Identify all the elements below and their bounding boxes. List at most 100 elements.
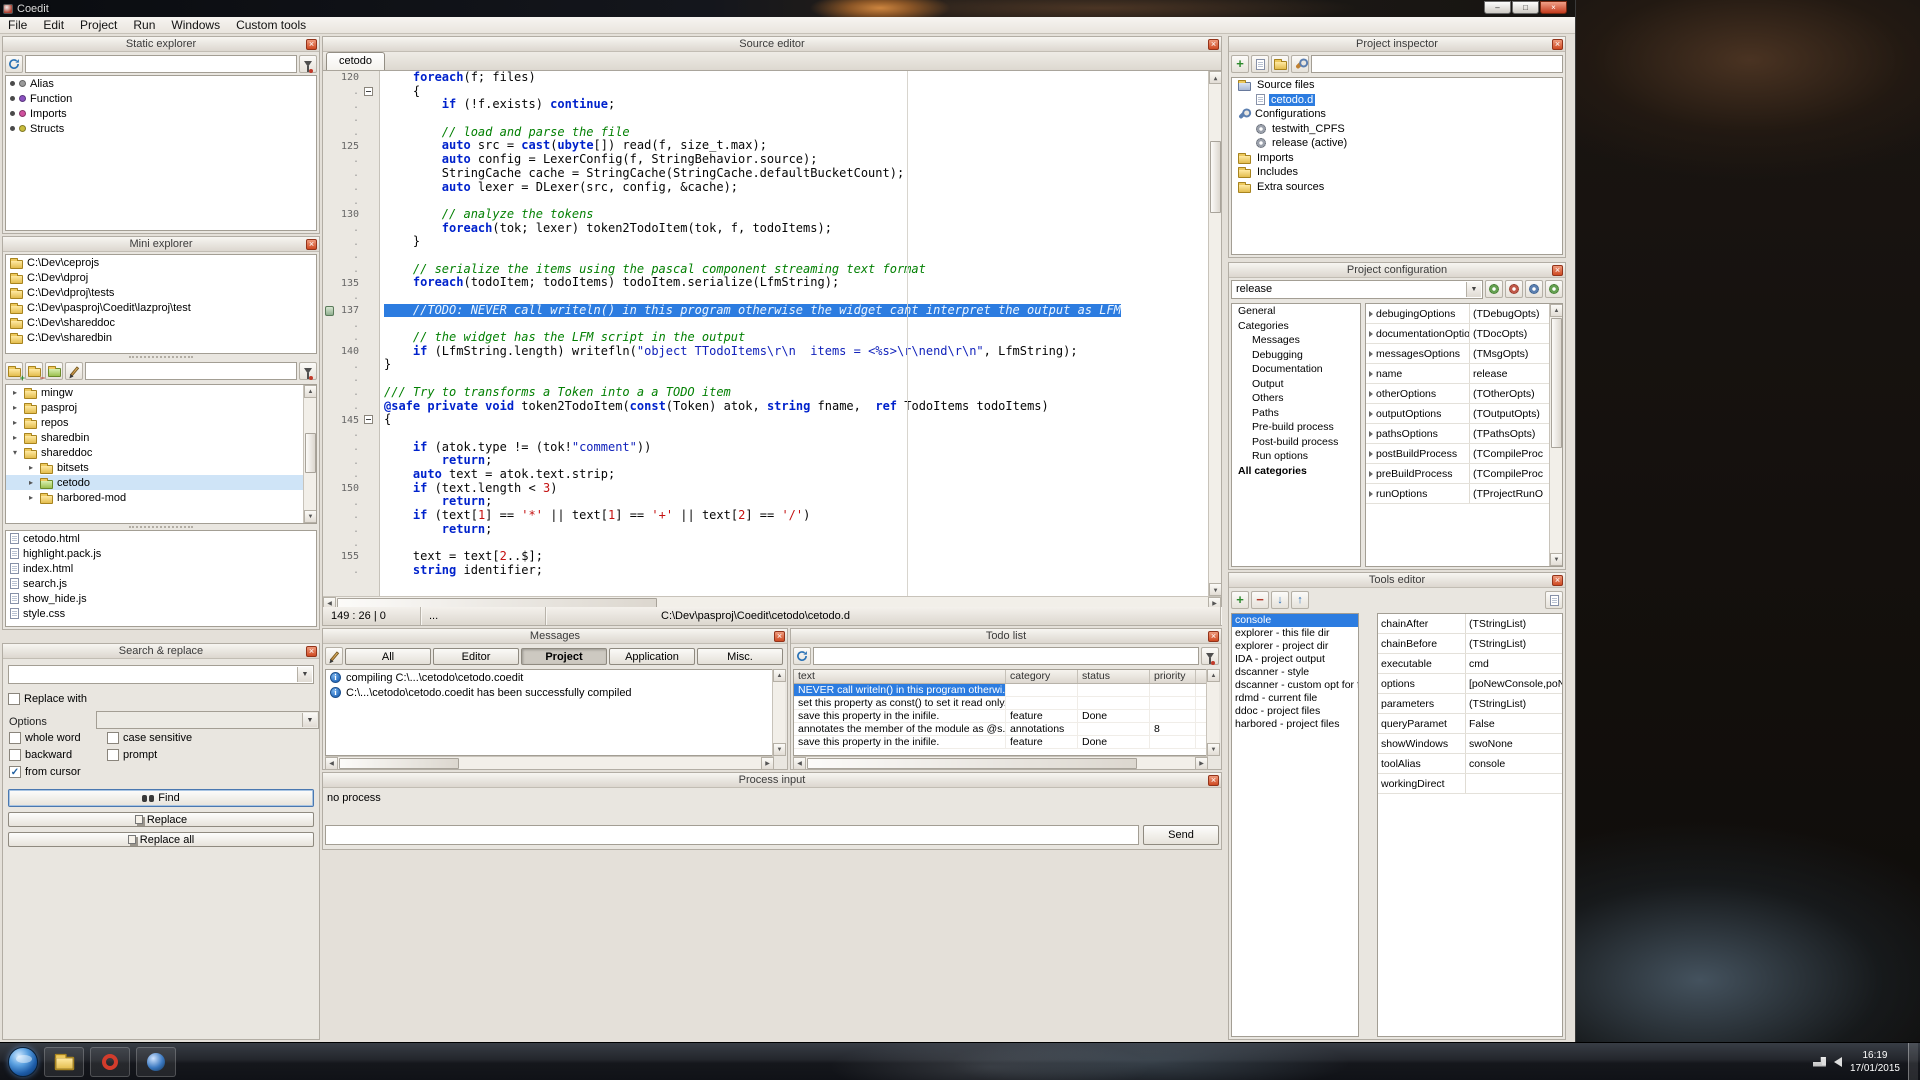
- close-panel-icon[interactable]: ×: [1208, 631, 1219, 642]
- code-line[interactable]: [384, 290, 1208, 304]
- gutter-row[interactable]: .: [323, 249, 379, 263]
- tree-node-sharedbin[interactable]: ▸sharedbin: [6, 430, 316, 445]
- static-explorer-item-structs[interactable]: Structs: [6, 121, 316, 136]
- property-row-pathsoptions[interactable]: pathsOptions(TPathsOpts): [1366, 424, 1562, 444]
- scroll-down-arrow[interactable]: ▼: [304, 510, 317, 523]
- replace-button[interactable]: Replace: [8, 812, 314, 827]
- scroll-thumb[interactable]: [807, 758, 1137, 769]
- code-line[interactable]: [384, 427, 1208, 441]
- gutter-row[interactable]: .: [323, 153, 379, 167]
- favorite-folder-row[interactable]: C:\Dev\shareddoc: [6, 315, 316, 330]
- fold-marker-icon[interactable]: [364, 87, 373, 96]
- send-button[interactable]: Send: [1143, 825, 1219, 845]
- property-row-name[interactable]: namerelease: [1366, 364, 1562, 384]
- static-explorer-item-imports[interactable]: Imports: [6, 106, 316, 121]
- gutter-row[interactable]: .: [323, 372, 379, 386]
- tree-node-cetodo[interactable]: ▸cetodo: [6, 475, 316, 490]
- gutter-row[interactable]: .: [323, 468, 379, 482]
- gutter-row[interactable]: .: [323, 427, 379, 441]
- gutter-row[interactable]: .: [323, 263, 379, 277]
- close-panel-icon[interactable]: ×: [306, 39, 317, 50]
- tree-vertical-scrollbar[interactable]: ▲ ▼: [303, 385, 316, 523]
- messages-vertical-scrollbar[interactable]: ▲ ▼: [772, 669, 785, 756]
- gutter-row[interactable]: .: [323, 235, 379, 249]
- message-row[interactable]: icompiling C:\...\cetodo\cetodo.coedit: [326, 670, 773, 685]
- property-value[interactable]: False: [1466, 718, 1562, 730]
- inspector-node-testwith-cpfs[interactable]: testwith_CPFS: [1232, 122, 1562, 137]
- file-row-highlight-pack-js[interactable]: highlight.pack.js: [6, 546, 316, 561]
- scroll-up-arrow[interactable]: ▲: [1209, 71, 1221, 84]
- explorer-filter-input[interactable]: [85, 362, 297, 380]
- add-config-button[interactable]: [1485, 280, 1503, 298]
- scroll-down-arrow[interactable]: ▼: [1550, 553, 1563, 566]
- gutter-row[interactable]: .: [323, 317, 379, 331]
- show-desktop-button[interactable]: [1908, 1043, 1918, 1080]
- messages-filter-editor[interactable]: Editor: [433, 648, 519, 665]
- file-row-cetodo-html[interactable]: cetodo.html: [6, 531, 316, 546]
- gutter-row[interactable]: .: [323, 495, 379, 509]
- code-line[interactable]: foreach(f; files): [384, 71, 1208, 85]
- new-source-button[interactable]: [1251, 55, 1269, 73]
- code-line[interactable]: [384, 112, 1208, 126]
- tool-item-console[interactable]: console: [1232, 614, 1358, 627]
- favorite-folder-row[interactable]: C:\Dev\dproj\tests: [6, 285, 316, 300]
- edit-button[interactable]: [65, 362, 83, 380]
- inspector-filter-input[interactable]: [1311, 55, 1563, 73]
- close-button[interactable]: ×: [1540, 1, 1567, 14]
- message-row[interactable]: iC:\...\cetodo\cetodo.coedit has been su…: [326, 685, 773, 700]
- gutter-row[interactable]: .: [323, 454, 379, 468]
- close-panel-icon[interactable]: ×: [1208, 39, 1219, 50]
- gutter-row[interactable]: .: [323, 358, 379, 372]
- gutter-row[interactable]: .: [323, 290, 379, 304]
- todo-row[interactable]: NEVER call writeln() in this program oth…: [794, 684, 1207, 697]
- chevron-down-icon[interactable]: ▼: [1466, 282, 1481, 297]
- refresh-button[interactable]: [5, 55, 23, 73]
- gutter-row[interactable]: 130: [323, 208, 379, 222]
- remove-tool-button[interactable]: −: [1251, 591, 1269, 609]
- filter-button[interactable]: [1201, 647, 1219, 665]
- todo-column-header-priority[interactable]: priority: [1150, 670, 1196, 683]
- scroll-up-arrow[interactable]: ▲: [1550, 304, 1563, 317]
- scroll-thumb[interactable]: [305, 433, 316, 473]
- add-folder-button[interactable]: [1271, 55, 1289, 73]
- gutter-row[interactable]: .: [323, 112, 379, 126]
- property-value[interactable]: (TStringList): [1466, 638, 1562, 650]
- search-term-combobox[interactable]: ▼: [8, 665, 314, 684]
- gutter-row[interactable]: .: [323, 222, 379, 236]
- todo-vertical-scrollbar[interactable]: ▲ ▼: [1206, 669, 1219, 756]
- clear-messages-button[interactable]: [325, 647, 343, 665]
- property-row-queryparamet[interactable]: queryParametFalse: [1378, 714, 1562, 734]
- static-explorer-item-alias[interactable]: Alias: [6, 76, 316, 91]
- todo-row[interactable]: annotates the member of the module as @s…: [794, 723, 1207, 736]
- menu-windows[interactable]: Windows: [163, 17, 228, 34]
- expander-icon[interactable]: ▸: [10, 418, 20, 427]
- gutter-row[interactable]: 145: [323, 413, 379, 427]
- todo-filter-input[interactable]: [813, 647, 1199, 665]
- todo-column-header-status[interactable]: status: [1078, 670, 1150, 683]
- property-row-otheroptions[interactable]: otherOptions(TOtherOpts): [1366, 384, 1562, 404]
- property-row-toolalias[interactable]: toolAliasconsole: [1378, 754, 1562, 774]
- move-tool-up-button[interactable]: ↑: [1291, 591, 1309, 609]
- splitter[interactable]: [129, 526, 192, 529]
- replace-all-button[interactable]: Replace all: [8, 832, 314, 847]
- gutter-row[interactable]: 125: [323, 139, 379, 153]
- config-category-debugging[interactable]: Debugging: [1232, 348, 1360, 363]
- gutter-row[interactable]: 140: [323, 345, 379, 359]
- property-value[interactable]: (TStringList): [1466, 618, 1562, 630]
- code-line[interactable]: auto text = atok.text.strip;: [384, 468, 1208, 482]
- gutter-row[interactable]: 120: [323, 71, 379, 85]
- close-panel-icon[interactable]: ×: [306, 239, 317, 250]
- gutter-row[interactable]: .: [323, 85, 379, 99]
- code-line[interactable]: {: [384, 413, 1208, 427]
- property-row-showwindows[interactable]: showWindowsswoNone: [1378, 734, 1562, 754]
- code-line[interactable]: string identifier;: [384, 564, 1208, 578]
- code-line[interactable]: if (LfmString.length) writefln("object T…: [384, 345, 1208, 359]
- code-line[interactable]: if (text.length < 3): [384, 482, 1208, 496]
- process-input-field[interactable]: [325, 825, 1139, 845]
- scroll-down-arrow[interactable]: ▼: [773, 743, 786, 756]
- messages-horizontal-scrollbar[interactable]: ◀ ▶: [325, 756, 774, 769]
- property-row-messagesoptions[interactable]: messagesOptions(TMsgOpts): [1366, 344, 1562, 364]
- configuration-combobox[interactable]: release ▼: [1231, 280, 1483, 299]
- code-line[interactable]: @safe private void token2TodoItem(const(…: [384, 400, 1208, 414]
- gutter-row[interactable]: 150: [323, 482, 379, 496]
